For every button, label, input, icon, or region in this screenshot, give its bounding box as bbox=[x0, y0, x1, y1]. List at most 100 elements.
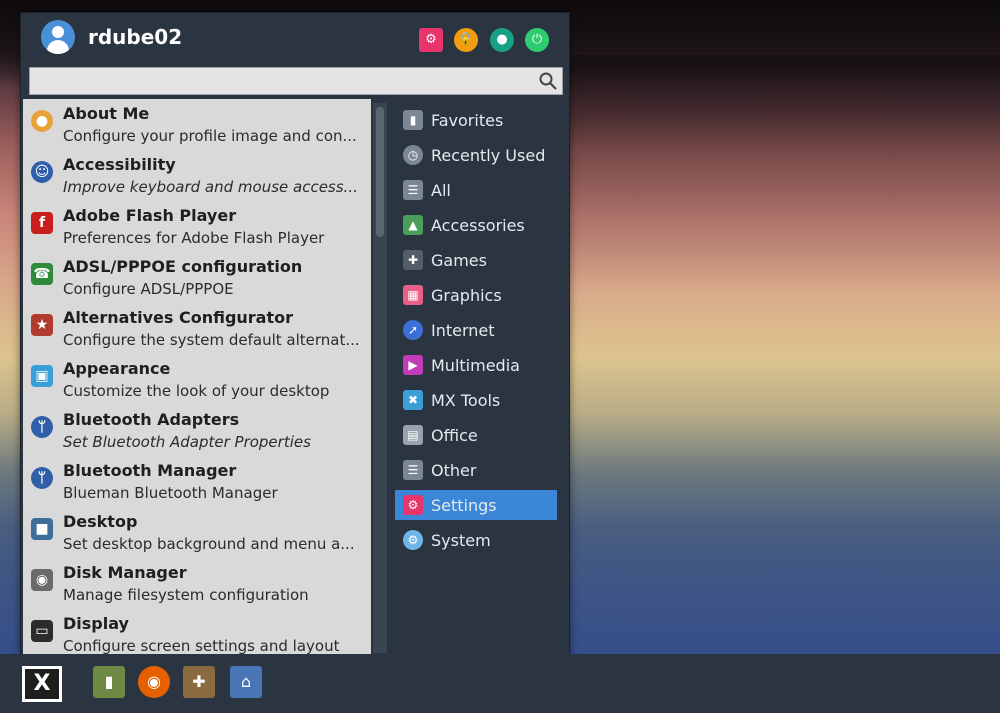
category-all[interactable]: ☰ All bbox=[395, 175, 557, 205]
package-installer-launcher[interactable]: ✚ bbox=[183, 666, 215, 698]
switch-user-button[interactable]: ● bbox=[490, 28, 514, 52]
app-list-scrollbar[interactable] bbox=[373, 103, 387, 653]
scrollbar-thumb[interactable] bbox=[376, 107, 384, 237]
bluetooth-icon: ᛘ bbox=[31, 467, 53, 489]
category-label: Graphics bbox=[431, 286, 502, 305]
accessibility-icon: ☺ bbox=[31, 161, 53, 183]
app-description: Manage filesystem configuration bbox=[63, 586, 309, 604]
category-graphics[interactable]: ▦ Graphics bbox=[395, 280, 557, 310]
clock-icon: ◷ bbox=[403, 145, 423, 165]
terminal-launcher[interactable]: ▮ bbox=[93, 666, 125, 698]
app-name: Bluetooth Manager bbox=[63, 461, 237, 480]
internet-icon: ➚ bbox=[403, 320, 423, 340]
app-name: Bluetooth Adapters bbox=[63, 410, 240, 429]
category-other[interactable]: ☰ Other bbox=[395, 455, 557, 485]
app-item-disk-manager[interactable]: ◉ Disk Manager Manage filesystem configu… bbox=[23, 558, 371, 608]
mx-menu-button[interactable]: X bbox=[22, 666, 62, 702]
app-description: Blueman Bluetooth Manager bbox=[63, 484, 278, 502]
home-folder-icon: ⌂ bbox=[240, 672, 252, 691]
lock-screen-button[interactable]: 🔒 bbox=[454, 28, 478, 52]
application-list: ● About Me Configure your profile image … bbox=[23, 99, 371, 655]
log-out-button[interactable]: ⏻ bbox=[525, 28, 549, 52]
app-name: Accessibility bbox=[63, 155, 176, 174]
graphics-icon: ▦ bbox=[403, 285, 423, 305]
about-me-icon: ● bbox=[31, 110, 53, 132]
app-description: Configure the system default alternat... bbox=[63, 331, 360, 349]
category-multimedia[interactable]: ▶ Multimedia bbox=[395, 350, 557, 380]
alternatives-icon: ★ bbox=[31, 314, 53, 336]
app-name: Alternatives Configurator bbox=[63, 308, 293, 327]
app-description: Preferences for Adobe Flash Player bbox=[63, 229, 325, 247]
package-installer-icon: ✚ bbox=[192, 672, 206, 691]
category-label: Other bbox=[431, 461, 477, 480]
category-settings[interactable]: ⚙ Settings bbox=[395, 490, 557, 520]
app-name: Adobe Flash Player bbox=[63, 206, 237, 225]
bluetooth-icon: ᛘ bbox=[31, 416, 53, 438]
app-item-about-me[interactable]: ● About Me Configure your profile image … bbox=[23, 99, 371, 149]
category-office[interactable]: ▤ Office bbox=[395, 420, 557, 450]
firefox-launcher[interactable]: ◉ bbox=[138, 666, 170, 698]
category-label: Recently Used bbox=[431, 146, 546, 165]
app-item-adsl-pppoe[interactable]: ☎ ADSL/PPPOE configuration Configure ADS… bbox=[23, 252, 371, 302]
username-label: rdube02 bbox=[88, 25, 183, 49]
app-name: About Me bbox=[63, 104, 150, 123]
settings-icon: ⚙ bbox=[425, 32, 437, 47]
search-icon bbox=[539, 72, 557, 90]
app-item-bluetooth-manager[interactable]: ᛘ Bluetooth Manager Blueman Bluetooth Ma… bbox=[23, 456, 371, 506]
category-label: Settings bbox=[431, 496, 497, 515]
terminal-icon: ▮ bbox=[104, 672, 114, 691]
phone-icon: ☎ bbox=[31, 263, 53, 285]
user-icon: ● bbox=[496, 32, 508, 47]
app-name: Display bbox=[63, 614, 129, 633]
category-games[interactable]: ✚ Games bbox=[395, 245, 557, 275]
category-label: Games bbox=[431, 251, 487, 270]
power-icon: ⏻ bbox=[531, 32, 543, 47]
multimedia-icon: ▶ bbox=[403, 355, 423, 375]
settings-manager-button[interactable]: ⚙ bbox=[419, 28, 443, 52]
disk-icon: ◉ bbox=[31, 569, 53, 591]
accessories-icon: ▲ bbox=[403, 215, 423, 235]
app-name: ADSL/PPPOE configuration bbox=[63, 257, 303, 276]
category-internet[interactable]: ➚ Internet bbox=[395, 315, 557, 345]
lock-icon: 🔒 bbox=[457, 32, 475, 47]
firefox-icon: ◉ bbox=[147, 672, 161, 691]
app-description: Improve keyboard and mouse access... bbox=[63, 178, 358, 196]
desktop-icon: ■ bbox=[31, 518, 53, 540]
file-manager-launcher[interactable]: ⌂ bbox=[230, 666, 262, 698]
category-mx-tools[interactable]: ✖ MX Tools bbox=[395, 385, 557, 415]
system-icon: ⚙ bbox=[403, 530, 423, 550]
category-system[interactable]: ⚙ System bbox=[395, 525, 557, 555]
category-label: Multimedia bbox=[431, 356, 520, 375]
category-favorites[interactable]: ▮ Favorites bbox=[395, 105, 557, 135]
app-item-adobe-flash-player[interactable]: f Adobe Flash Player Preferences for Ado… bbox=[23, 201, 371, 251]
category-recently-used[interactable]: ◷ Recently Used bbox=[395, 140, 557, 170]
app-item-appearance[interactable]: ▣ Appearance Customize the look of your … bbox=[23, 354, 371, 404]
taskbar: X ▮ ◉ ✚ ⌂ bbox=[0, 654, 1000, 713]
app-description: Set Bluetooth Adapter Properties bbox=[63, 433, 311, 451]
office-icon: ▤ bbox=[403, 425, 423, 445]
app-item-bluetooth-adapters[interactable]: ᛘ Bluetooth Adapters Set Bluetooth Adapt… bbox=[23, 405, 371, 455]
app-name: Appearance bbox=[63, 359, 171, 378]
category-label: Favorites bbox=[431, 111, 504, 130]
app-item-accessibility[interactable]: ☺ Accessibility Improve keyboard and mou… bbox=[23, 150, 371, 200]
app-description: Customize the look of your desktop bbox=[63, 382, 330, 400]
gamepad-icon: ✚ bbox=[403, 250, 423, 270]
appearance-icon: ▣ bbox=[31, 365, 53, 387]
category-label: System bbox=[431, 531, 491, 550]
app-item-alternatives-configurator[interactable]: ★ Alternatives Configurator Configure th… bbox=[23, 303, 371, 353]
display-icon: ▭ bbox=[31, 620, 53, 642]
mx-logo-icon: X bbox=[25, 669, 59, 699]
app-item-display[interactable]: ▭ Display Configure screen settings and … bbox=[23, 609, 371, 655]
search-input[interactable] bbox=[34, 70, 538, 92]
app-name: Disk Manager bbox=[63, 563, 187, 582]
other-icon: ☰ bbox=[403, 460, 423, 480]
app-item-desktop[interactable]: ■ Desktop Set desktop background and men… bbox=[23, 507, 371, 557]
bookmark-icon: ▮ bbox=[403, 110, 423, 130]
user-avatar-icon[interactable] bbox=[41, 20, 75, 54]
app-description: Configure ADSL/PPPOE bbox=[63, 280, 234, 298]
category-accessories[interactable]: ▲ Accessories bbox=[395, 210, 557, 240]
list-icon: ☰ bbox=[403, 180, 423, 200]
mx-tools-icon: ✖ bbox=[403, 390, 423, 410]
wallpaper-reflection bbox=[560, 55, 1000, 295]
category-label: MX Tools bbox=[431, 391, 501, 410]
